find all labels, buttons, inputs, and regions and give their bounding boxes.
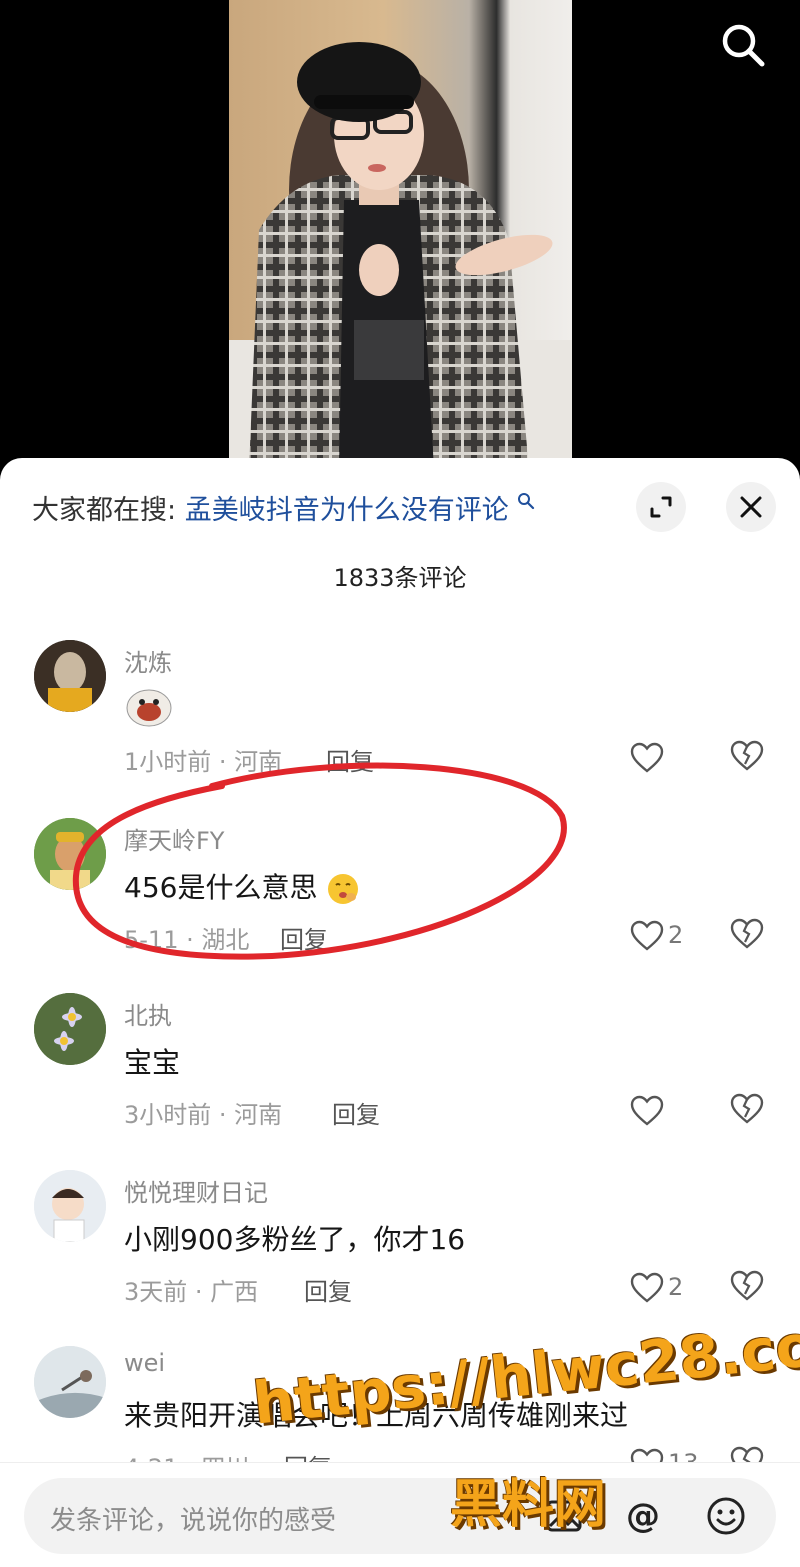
like-button[interactable]: 2 [630, 1268, 700, 1308]
avatar-image [34, 640, 106, 712]
reply-button[interactable]: 回复 [332, 1095, 380, 1130]
close-button[interactable] [726, 482, 776, 532]
like-count: 2 [668, 921, 684, 949]
heart-icon [630, 920, 664, 951]
heart-icon [630, 1272, 664, 1303]
comment-item: 悦悦理财日记 小刚900多粉丝了，你才16 3天前 · 广西 回复 2 [0, 1170, 800, 1340]
mention-button[interactable]: @ [621, 1494, 665, 1538]
comment-item: 沈炼 1小时前 · 河南 回复 [0, 640, 800, 810]
comment-input[interactable]: 发条评论，说说你的感受 [50, 1500, 336, 1537]
comment-username[interactable]: wei [124, 1349, 165, 1377]
comment-text: 宝宝 [124, 1046, 181, 1079]
emoji-icon [707, 1497, 745, 1535]
comment-text: 来贵阳开演唱会吧！上周六周传雄刚来过 [124, 1399, 629, 1432]
dislike-button[interactable] [730, 918, 770, 958]
search-icon [722, 24, 765, 67]
avatar[interactable] [34, 993, 106, 1065]
search-small-icon [518, 493, 535, 510]
comment-username[interactable]: 北执 [124, 996, 172, 1031]
emoji-button[interactable] [704, 1494, 748, 1538]
avatar[interactable] [34, 818, 106, 890]
dislike-button[interactable] [730, 740, 770, 780]
comment-time-location: 3天前 · 广西 [124, 1278, 259, 1306]
close-icon [740, 496, 762, 518]
comment-text: 小刚900多粉丝了，你才16 [124, 1223, 466, 1256]
avatar[interactable] [34, 1170, 106, 1242]
comment-time-location: 3小时前 · 河南 [124, 1101, 283, 1129]
avatar-image [34, 818, 106, 890]
image-icon [546, 1500, 582, 1532]
comment-sheet: 大家都在搜: 孟美岐抖音为什么没有评论 1833条评论 沈炼 1小时前 · 河南… [0, 458, 800, 1567]
expand-icon [650, 496, 672, 518]
heart-icon [630, 1095, 664, 1126]
reply-button[interactable]: 回复 [326, 742, 374, 777]
video-person-illustration [249, 42, 553, 470]
svg-text:@: @ [626, 1496, 660, 1536]
comment-text-content: 456是什么意思 [124, 871, 318, 904]
reply-button[interactable]: 回复 [280, 920, 328, 955]
broken-heart-icon [730, 740, 764, 771]
at-icon: @ [626, 1496, 660, 1536]
broken-heart-icon [730, 1270, 764, 1301]
avatar-image [34, 1346, 106, 1418]
like-button[interactable] [630, 1091, 700, 1131]
avatar-image [34, 1170, 106, 1242]
cartoon-sticker-icon [126, 689, 172, 727]
shushing-emoji-icon [328, 874, 359, 904]
broken-heart-icon [730, 918, 764, 949]
like-count: 2 [668, 1273, 684, 1301]
broken-heart-icon [730, 1093, 764, 1124]
comment-username[interactable]: 摩天岭FY [124, 821, 224, 856]
comment-input-bar[interactable]: 发条评论，说说你的感受 @ [24, 1478, 776, 1554]
avatar[interactable] [34, 640, 106, 712]
dislike-button[interactable] [730, 1270, 770, 1310]
like-button[interactable] [630, 738, 700, 778]
dislike-button[interactable] [730, 1093, 770, 1133]
comment-username[interactable]: 沈炼 [124, 643, 172, 678]
search-suggestion[interactable]: 大家都在搜: 孟美岐抖音为什么没有评论 [32, 488, 535, 527]
search-button[interactable] [718, 20, 768, 70]
comment-time-location: 5-11 · 湖北 [124, 926, 250, 954]
comment-username[interactable]: 悦悦理财日记 [124, 1173, 268, 1208]
comment-count: 1833条评论 [333, 564, 467, 592]
comment-time-location: 1小时前 · 河南 [124, 748, 283, 776]
avatar[interactable] [34, 1346, 106, 1418]
video-player[interactable] [0, 0, 800, 470]
comment-text: 456是什么意思 [124, 866, 360, 906]
suggestion-query-link[interactable]: 孟美岐抖音为什么没有评论 [185, 495, 509, 526]
avatar-image [34, 993, 106, 1065]
video-frame [229, 0, 572, 470]
heart-icon [630, 742, 664, 773]
sticker-image [124, 684, 174, 728]
reply-button[interactable]: 回复 [304, 1272, 352, 1307]
comment-item: 北执 宝宝 3小时前 · 河南 回复 [0, 993, 800, 1163]
image-button[interactable] [542, 1494, 586, 1538]
like-button[interactable]: 2 [630, 916, 700, 956]
expand-button[interactable] [636, 482, 686, 532]
suggestion-prefix: 大家都在搜: [32, 495, 177, 526]
comment-item: 摩天岭FY 456是什么意思 5-11 · 湖北 回复 2 [0, 818, 800, 988]
